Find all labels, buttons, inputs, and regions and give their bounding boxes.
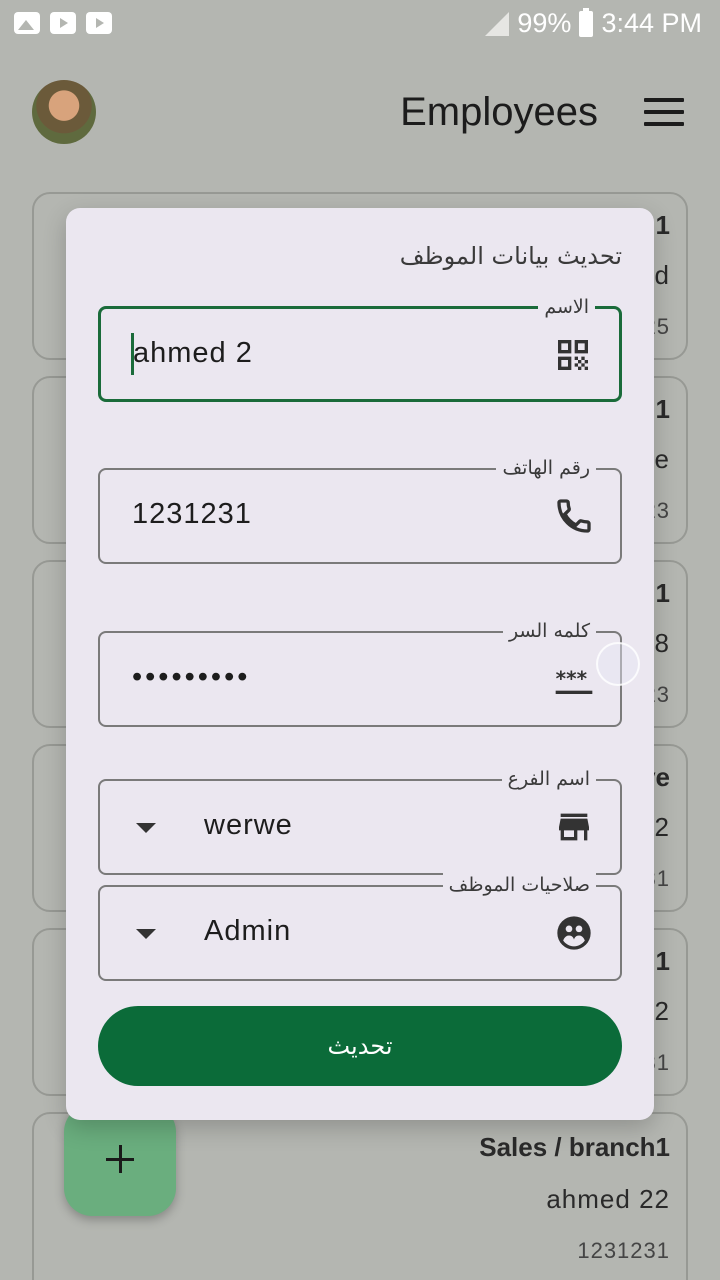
- status-bar: 99% 3:44 PM: [0, 0, 720, 50]
- phone-field[interactable]: رقم الهاتف 1231231: [98, 456, 622, 564]
- image-notification-icon: [14, 12, 40, 34]
- role-select[interactable]: صلاحيات الموظف Admin: [98, 873, 622, 981]
- update-employee-dialog: تحديث بيانات الموظف الاسم ahmed 2 رقم ال…: [66, 208, 654, 1120]
- battery-icon: [579, 7, 594, 37]
- branch-label: اسم الفرع: [501, 767, 596, 791]
- branch-select[interactable]: اسم الفرع werwe: [98, 767, 622, 875]
- role-label: صلاحيات الموظف: [442, 873, 596, 897]
- phone-icon: [557, 499, 591, 533]
- name-value: ahmed 2: [133, 337, 253, 369]
- card-name: 8: [654, 628, 670, 658]
- update-button[interactable]: تحديث: [98, 1006, 622, 1086]
- app-bar: Employees: [0, 60, 720, 170]
- add-employee-button[interactable]: [64, 1104, 176, 1216]
- youtube-notification-icon-2: [86, 12, 112, 34]
- card-name: 2: [654, 996, 670, 1026]
- role-value: Admin: [204, 915, 292, 947]
- qr-code-icon[interactable]: [553, 335, 593, 375]
- avatar[interactable]: [32, 80, 96, 144]
- password-value: •••••••••: [132, 661, 251, 693]
- svg-text:***: ***: [556, 667, 588, 691]
- phone-value: 1231231: [132, 498, 252, 530]
- dropdown-arrow-icon[interactable]: [136, 823, 156, 833]
- signal-icon: [485, 11, 510, 36]
- store-icon: [559, 813, 589, 841]
- password-label: كلمه السر: [502, 619, 596, 643]
- card-name: e: [654, 444, 670, 474]
- password-icon[interactable]: ***: [554, 659, 594, 699]
- card-name: ahmed 22: [546, 1184, 670, 1214]
- menu-icon[interactable]: [644, 98, 684, 126]
- dialog-title: تحديث بيانات الموظف: [399, 242, 622, 270]
- card-name: d: [654, 260, 670, 290]
- dropdown-arrow-icon[interactable]: [136, 929, 156, 939]
- youtube-notification-icon: [50, 12, 76, 34]
- phone-label: رقم الهاتف: [496, 456, 596, 480]
- branch-value: werwe: [204, 809, 293, 841]
- touch-indicator: [596, 642, 640, 686]
- password-field[interactable]: كلمه السر ••••••••• ***: [98, 619, 622, 727]
- clock: 3:44 PM: [601, 8, 702, 38]
- card-phone: 1231231: [577, 1238, 670, 1263]
- page-title: Employees: [400, 90, 598, 134]
- battery-percent: 99%: [517, 8, 572, 38]
- name-label: الاسم: [538, 295, 595, 319]
- card-branch: Sales / branch1: [479, 1132, 670, 1162]
- group-icon: [557, 916, 591, 950]
- name-field[interactable]: الاسم ahmed 2: [98, 295, 622, 402]
